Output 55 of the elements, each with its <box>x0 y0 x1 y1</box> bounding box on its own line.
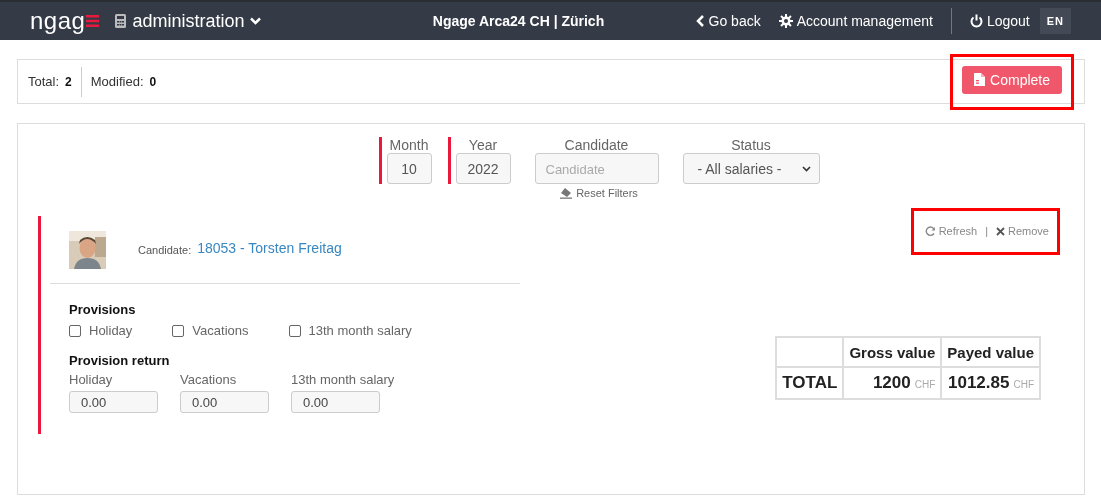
account-link[interactable]: Account management <box>778 13 933 29</box>
filter-field[interactable]: Candidate <box>534 153 659 184</box>
filter-label: Year <box>468 137 498 153</box>
amount-field[interactable]: 0.00 <box>69 391 158 413</box>
back-link[interactable]: Go back <box>695 13 761 29</box>
settings-icon <box>778 14 793 28</box>
module-menu[interactable]: administration <box>115 10 262 32</box>
refresh-link[interactable]: Refresh <box>924 225 978 237</box>
checkbox-label: 13th month salary <box>308 323 412 338</box>
column-header: Gross value <box>843 337 942 367</box>
reset-filters-link[interactable]: Reset Filters <box>560 187 638 199</box>
filter-label: Month <box>389 137 429 153</box>
checkbox[interactable] <box>69 324 81 337</box>
chevron-left-icon <box>695 15 705 27</box>
logout-link[interactable]: Logout <box>969 13 1030 29</box>
field-label: 13th month salary <box>291 372 395 387</box>
close-icon <box>996 226 1006 236</box>
table-cell: 1012.85 CHF <box>941 367 1040 399</box>
field-label: Vacations <box>180 372 238 387</box>
filter-field[interactable]: 2022 <box>455 153 511 184</box>
logo-bars-icon <box>86 15 100 27</box>
stat-value: 2 <box>65 74 72 89</box>
status-dropdown[interactable]: - All salaries - <box>682 153 820 184</box>
stat-value: 0 <box>149 74 157 89</box>
row-label: TOTAL <box>776 367 844 399</box>
eraser-icon <box>560 187 573 199</box>
filter-field[interactable]: 10 <box>386 153 432 184</box>
separator: | <box>985 225 989 237</box>
amount-field[interactable]: 0.00 <box>291 391 380 413</box>
stat-label: Modified: <box>90 74 144 89</box>
logo-text: ngag <box>30 9 86 33</box>
checkbox-label: Vacations <box>192 323 249 338</box>
power-icon <box>969 14 983 28</box>
column-header: Payed value <box>941 337 1040 367</box>
section-heading: Provision return <box>69 353 171 368</box>
document-icon <box>974 73 986 86</box>
company-name: Ngage Arca24 CH | Zürich <box>431 13 606 29</box>
amount-field[interactable]: 0.00 <box>180 391 269 413</box>
language-button[interactable]: EN <box>1039 8 1071 34</box>
section-heading: Provisions <box>69 302 137 317</box>
field-label: Holiday <box>69 372 114 387</box>
remove-link[interactable]: Remove <box>996 225 1049 237</box>
chevron-down-icon <box>250 17 262 25</box>
refresh-icon <box>924 225 936 237</box>
candidate-link[interactable]: 18053 - Torsten Freitag <box>197 239 342 256</box>
calculator-icon <box>115 14 127 28</box>
checkbox-label: Holiday <box>89 323 133 338</box>
stat-label: Total: <box>28 74 60 89</box>
checkbox[interactable] <box>172 324 185 337</box>
checkbox[interactable] <box>288 324 301 337</box>
chevron-down-icon <box>801 165 811 172</box>
candidate-label: Candidate: <box>138 243 192 256</box>
filter-label: Candidate <box>564 137 629 153</box>
table-cell: 1200 CHF <box>843 367 942 399</box>
filter-label: Status <box>731 137 771 153</box>
